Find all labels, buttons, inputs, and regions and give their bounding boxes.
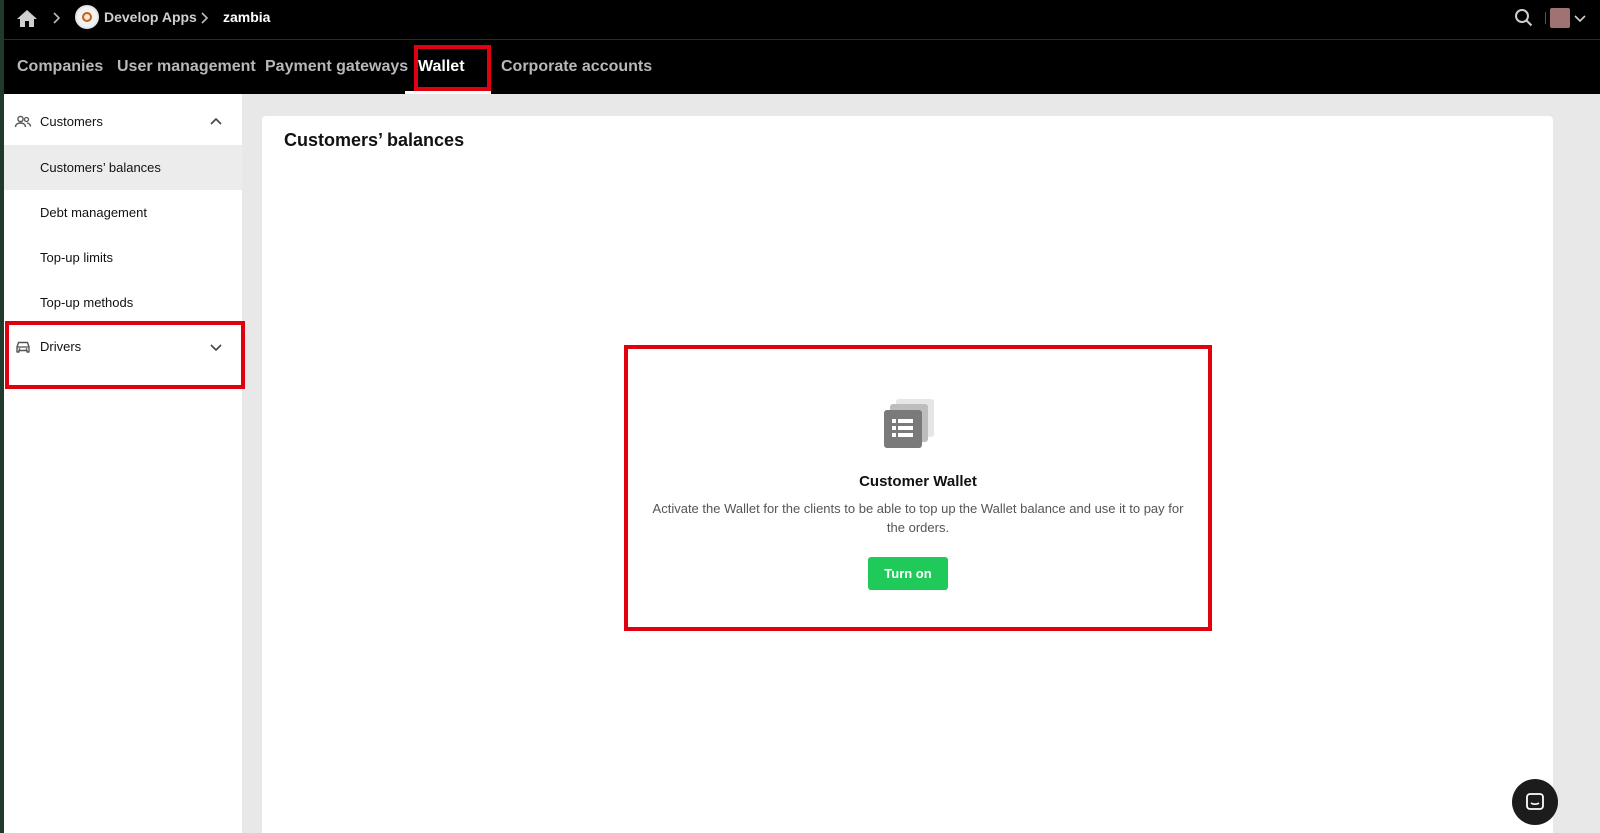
chevron-right-icon — [201, 12, 209, 24]
empty-state-title: Customer Wallet — [859, 473, 977, 490]
chat-icon — [1526, 793, 1544, 810]
search-icon[interactable] — [1512, 6, 1536, 30]
sidebar-item-label: Top-up methods — [40, 295, 134, 310]
sidebar-item-customers-balances[interactable]: Customers’ balances — [4, 145, 242, 190]
wallet-tab-highlight — [414, 45, 491, 91]
sidebar-item-label: Customers’ balances — [40, 160, 161, 175]
chevron-up-icon — [210, 117, 222, 125]
tab-user-management[interactable]: User management — [104, 40, 269, 94]
users-icon — [14, 115, 32, 128]
drivers-highlight — [5, 321, 245, 389]
wallet-list-icon — [884, 399, 934, 448]
content-card: Customers’ balances Customer Wallet Acti… — [262, 116, 1553, 833]
top-bar: Develop Apps zambia — [4, 0, 1600, 40]
sidebar-item-label: Top-up limits — [40, 250, 113, 265]
sidebar-group-customers[interactable]: Customers — [4, 99, 242, 145]
sidebar: Customers Customers’ balances Debt manag… — [4, 94, 242, 833]
avatar[interactable] — [1550, 8, 1570, 28]
page-title: Customers’ balances — [284, 130, 465, 150]
sidebar-group-label: Customers — [40, 114, 103, 129]
chevron-down-icon[interactable] — [1572, 10, 1588, 26]
turn-on-button[interactable]: Turn on — [868, 557, 948, 590]
sidebar-item-top-up-methods[interactable]: Top-up methods — [4, 280, 242, 325]
chat-widget-button[interactable] — [1512, 779, 1558, 825]
sidebar-item-debt-management[interactable]: Debt management — [4, 190, 242, 235]
divider — [1545, 12, 1546, 24]
breadcrumb-app[interactable]: Develop Apps — [104, 9, 197, 25]
sidebar-item-label: Debt management — [40, 205, 147, 220]
breadcrumb-current: zambia — [223, 9, 271, 25]
sidebar-item-top-up-limits[interactable]: Top-up limits — [4, 235, 242, 280]
empty-state-description: Activate the Wallet for the clients to b… — [652, 501, 1184, 535]
tab-payment-gateways[interactable]: Payment gateways — [252, 40, 421, 94]
home-icon[interactable] — [15, 7, 39, 31]
app-logo — [75, 5, 99, 29]
tab-companies[interactable]: Companies — [4, 40, 116, 94]
main-nav: Companies User management Payment gatewa… — [4, 40, 1600, 94]
tab-corporate-accounts[interactable]: Corporate accounts — [488, 40, 665, 94]
chevron-right-icon — [53, 12, 61, 24]
app-window: Develop Apps zambia Companies User manag… — [4, 0, 1600, 833]
customer-wallet-empty-state: Customer Wallet Activate the Wallet for … — [624, 345, 1212, 631]
